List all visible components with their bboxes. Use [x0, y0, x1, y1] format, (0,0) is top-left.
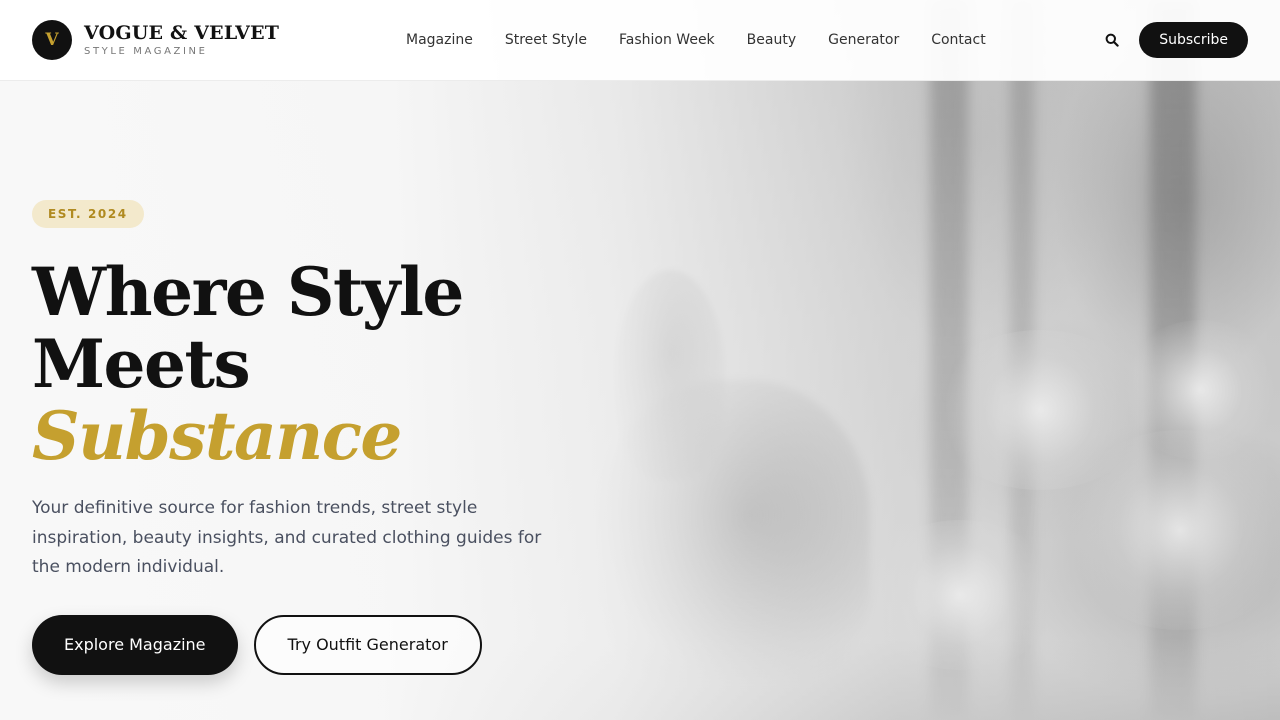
headline-accent-word: Substance — [32, 397, 402, 475]
subscribe-button[interactable]: Subscribe — [1139, 22, 1248, 58]
explore-magazine-button[interactable]: Explore Magazine — [32, 614, 238, 675]
brand-tagline: STYLE MAGAZINE — [84, 46, 208, 57]
try-outfit-generator-button[interactable]: Try Outfit Generator — [253, 614, 482, 675]
brand-text: VOGUE & VELVET STYLE MAGAZINE — [84, 22, 279, 58]
logo-letter: V — [45, 30, 59, 50]
headline-line-1: Where Style — [32, 253, 464, 331]
nav-item-contact[interactable]: Contact — [931, 32, 985, 48]
site-header: V VOGUE & VELVET STYLE MAGAZINE Magazine… — [0, 0, 1280, 81]
nav-item-generator[interactable]: Generator — [828, 32, 899, 48]
hero-cta-row: Explore Magazine Try Outfit Generator — [32, 614, 612, 675]
brand-logo-link[interactable]: V VOGUE & VELVET STYLE MAGAZINE — [32, 20, 279, 60]
logo-badge: V — [32, 20, 72, 60]
established-badge: EST. 2024 — [32, 200, 144, 228]
headline-line-2-plain: Meets — [32, 325, 251, 403]
header-actions: Subscribe — [1099, 22, 1248, 58]
nav-item-beauty[interactable]: Beauty — [747, 32, 796, 48]
hero-content: EST. 2024 Where Style Meets Substance Yo… — [32, 200, 612, 675]
nav-item-fashion-week[interactable]: Fashion Week — [619, 32, 715, 48]
hero-description: Your definitive source for fashion trend… — [32, 498, 542, 577]
main-nav: Magazine Street Style Fashion Week Beaut… — [406, 0, 986, 80]
search-button[interactable] — [1099, 27, 1125, 53]
brand-name: VOGUE & VELVET — [84, 22, 280, 44]
search-icon — [1105, 33, 1119, 47]
hero-headline: Where Style Meets Substance — [32, 256, 612, 472]
nav-item-magazine[interactable]: Magazine — [406, 32, 473, 48]
nav-item-street-style[interactable]: Street Style — [505, 32, 587, 48]
